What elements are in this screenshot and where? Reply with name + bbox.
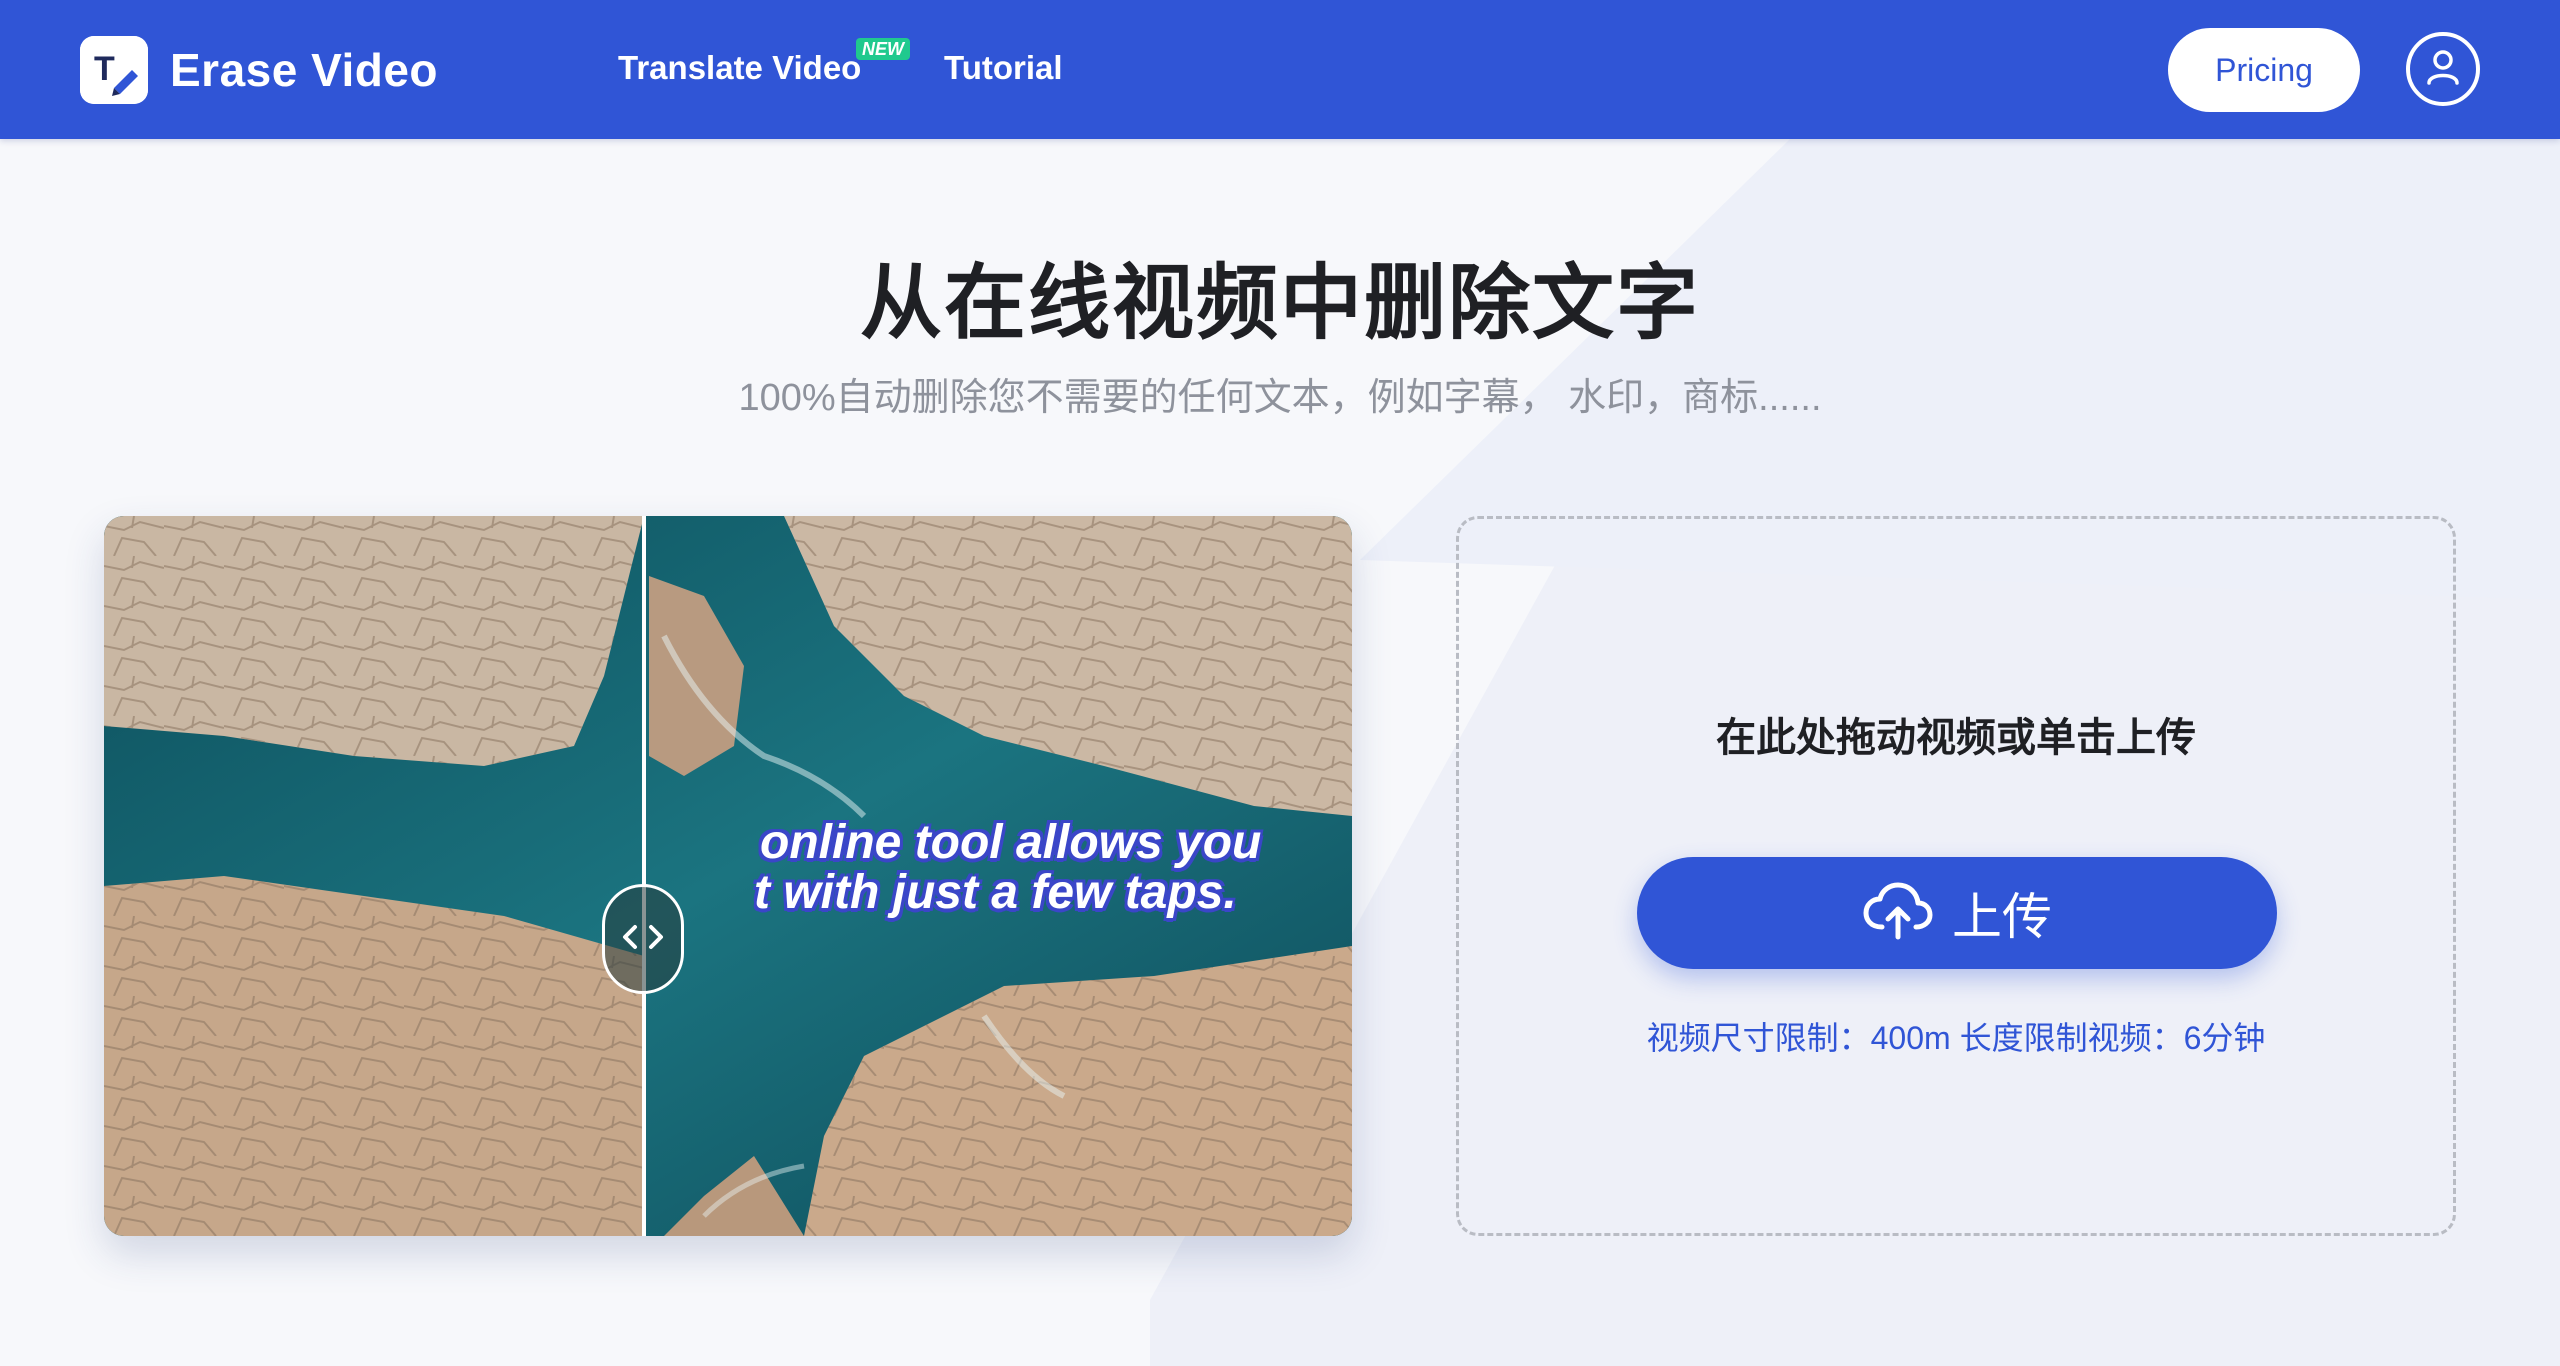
comparison-divider[interactable] (642, 516, 646, 1236)
upload-dropzone[interactable]: 在此处拖动视频或单击上传 上传 视频尺寸限制：400m 长度限制视频：6分钟 (1456, 516, 2456, 1236)
caption-overlay: online tool allows you t with just a few… (644, 516, 1352, 1236)
top-navigation-bar: T Erase Video Translate Video NEW Tutori… (0, 0, 2560, 139)
logo-icon: T (80, 36, 148, 104)
brand-logo[interactable]: T Erase Video (80, 36, 438, 104)
pricing-button[interactable]: Pricing (2168, 28, 2360, 112)
upload-limits-text: 视频尺寸限制：400m 长度限制视频：6分钟 (1646, 1020, 2266, 1056)
page-title: 从在线视频中删除文字 (859, 258, 1700, 349)
chevron-left-right-icon (613, 917, 673, 962)
svg-text:T: T (94, 50, 115, 88)
caption-line-1: online tool allows you (760, 816, 1262, 869)
user-circle-icon (2421, 45, 2465, 94)
nav-translate-video[interactable]: Translate Video (618, 46, 861, 90)
caption-line-2: t with just a few taps. (754, 866, 1237, 919)
account-button[interactable] (2406, 32, 2480, 106)
upload-button-label: 上传 (1952, 889, 2052, 945)
comparison-slider-handle[interactable] (602, 884, 684, 994)
before-after-preview[interactable]: online tool allows you t with just a few… (104, 516, 1352, 1236)
new-badge: NEW (856, 38, 910, 60)
dropzone-instruction: 在此处拖动视频或单击上传 (1716, 716, 2196, 760)
cloud-upload-icon (1862, 881, 1934, 946)
upload-button[interactable]: 上传 (1637, 857, 2277, 969)
brand-name: Erase Video (170, 44, 439, 96)
nav-tutorial[interactable]: Tutorial (944, 46, 1063, 90)
page-subtitle: 100%自动删除您不需要的任何文本，例如字幕， 水印，商标...... (738, 377, 1822, 419)
